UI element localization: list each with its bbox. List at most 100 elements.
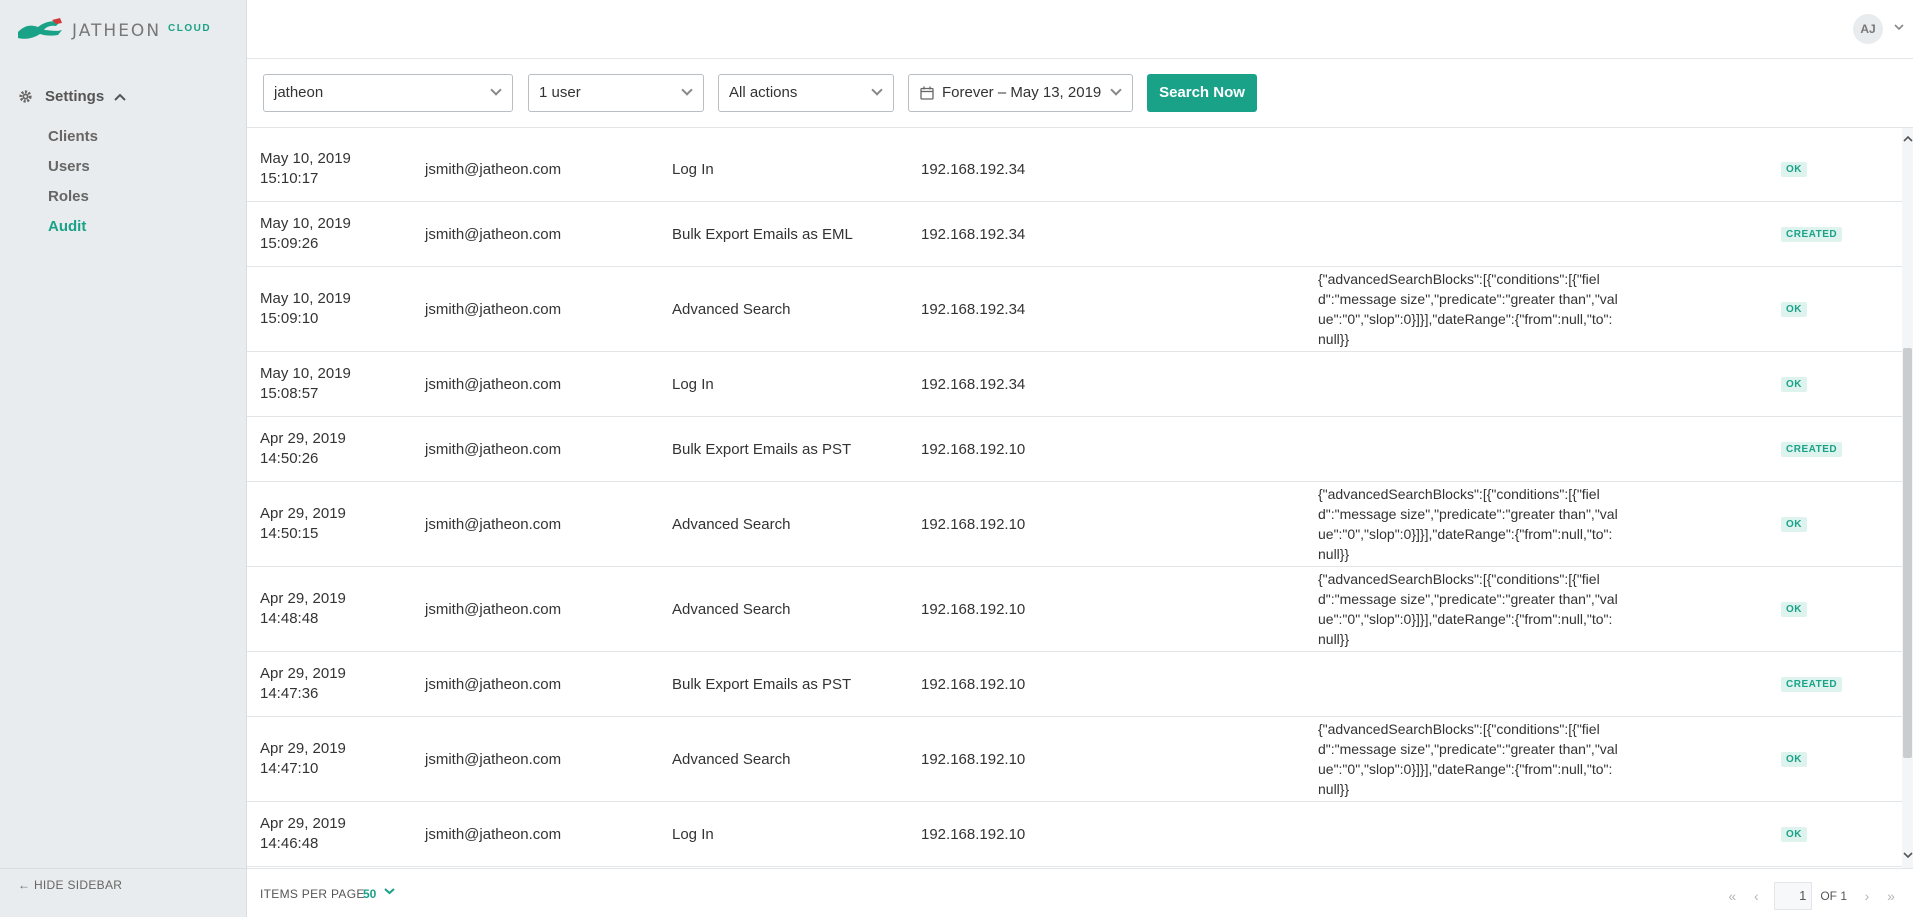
- row-details: {"advancedSearchBlocks":[{"conditions":[…: [1318, 267, 1618, 351]
- row-action-text: Bulk Export Emails as EML: [672, 225, 853, 243]
- table-row[interactable]: May 10, 2019 15:09:10 jsmith@jatheon.com Ad…: [247, 267, 1902, 352]
- chevron-down-icon[interactable]: [384, 884, 395, 898]
- row-ip-text: 192.168.192.10: [921, 750, 1026, 768]
- row-status: OK: [1781, 717, 1807, 801]
- row-user-text: jsmith@jatheon.com: [425, 675, 562, 693]
- row-details: {"advancedSearchBlocks":[{"conditions":[…: [1318, 482, 1618, 566]
- row-status: CREATED: [1781, 417, 1843, 481]
- row-action: Log In: [672, 137, 714, 201]
- search-now-button[interactable]: Search Now: [1147, 74, 1257, 112]
- row-user: jsmith@jatheon.com: [425, 717, 561, 801]
- status-badge: CREATED: [1781, 226, 1843, 242]
- row-user: jsmith@jatheon.com: [425, 417, 561, 481]
- row-date: Apr 29, 2019: [260, 740, 346, 757]
- jatheon-dragon-icon: [18, 18, 62, 39]
- logo[interactable]: JATHEON CLOUD: [16, 18, 211, 44]
- last-page-icon[interactable]: »: [1879, 888, 1903, 904]
- users-select[interactable]: 1 user: [528, 74, 704, 112]
- status-badge: OK: [1781, 161, 1807, 177]
- row-ip-text: 192.168.192.10: [921, 675, 1026, 693]
- date-range-value: Forever – May 13, 2019: [942, 84, 1102, 101]
- items-per-page-label: ITEMS PER PAGE: [260, 887, 365, 901]
- settings-label: Settings: [45, 88, 105, 105]
- row-action: Bulk Export Emails as PST: [672, 652, 851, 716]
- scroll-down-icon[interactable]: [1902, 851, 1913, 862]
- table-footer: ITEMS PER PAGE 50 « ‹ 1 OF 1 › »: [247, 868, 1913, 917]
- row-user: jsmith@jatheon.com: [425, 352, 561, 416]
- table-row[interactable]: Apr 29, 2019 14:50:15 jsmith@jatheon.com Ad…: [247, 482, 1902, 567]
- hide-sidebar-button[interactable]: ← HIDE SIDEBAR: [18, 865, 247, 905]
- first-page-icon[interactable]: «: [1720, 888, 1744, 904]
- row-action: Advanced Search: [672, 482, 790, 566]
- settings-group-toggle[interactable]: Settings: [18, 88, 126, 105]
- row-ip: 192.168.192.10: [921, 482, 1025, 566]
- sidebar: JATHEON CLOUD Settings Clients Users Rol…: [0, 0, 247, 917]
- client-select[interactable]: jatheon: [263, 74, 513, 112]
- row-time: 14:48:48: [260, 610, 319, 627]
- row-ip: 192.168.192.10: [921, 802, 1025, 866]
- table-row[interactable]: May 10, 2019 15:09:26 jsmith@jatheon.com Bu…: [247, 202, 1902, 267]
- row-user-text: jsmith@jatheon.com: [425, 225, 562, 243]
- next-page-icon[interactable]: ›: [1855, 888, 1879, 904]
- table-row[interactable]: Apr 29, 2019 14:50:26 jsmith@jatheon.com Bu…: [247, 417, 1902, 482]
- table-row[interactable]: Apr 29, 2019 14:46:48 jsmith@jatheon.com Lo…: [247, 802, 1902, 867]
- sidebar-item-clients[interactable]: Clients: [48, 122, 98, 152]
- row-user: jsmith@jatheon.com: [425, 137, 561, 201]
- prev-page-icon[interactable]: ‹: [1744, 888, 1768, 904]
- row-user-text: jsmith@jatheon.com: [425, 440, 562, 458]
- users-select-value: 1 user: [539, 84, 581, 101]
- row-time: 14:47:36: [260, 685, 319, 702]
- row-action-text: Advanced Search: [672, 300, 791, 318]
- row-action-text: Log In: [672, 375, 714, 393]
- sidebar-item-roles[interactable]: Roles: [48, 182, 98, 212]
- table-row[interactable]: May 10, 2019 15:10:17 jsmith@jatheon.com Lo…: [247, 137, 1902, 202]
- page-number-input[interactable]: 1: [1774, 882, 1813, 910]
- row-ip-text: 192.168.192.34: [921, 300, 1026, 318]
- filter-bar: jatheon 1 user All actions Forever – May…: [247, 60, 1913, 128]
- table-row[interactable]: Apr 29, 2019 14:47:36 jsmith@jatheon.com Bu…: [247, 652, 1902, 717]
- status-badge: OK: [1781, 601, 1807, 617]
- table-scrollbar[interactable]: [1902, 128, 1913, 868]
- actions-select-value: All actions: [729, 84, 798, 101]
- scroll-up-icon[interactable]: [1902, 134, 1913, 145]
- row-timestamp: Apr 29, 2019 14:46:48: [260, 802, 410, 866]
- row-user: jsmith@jatheon.com: [425, 802, 561, 866]
- pagination: « ‹ 1 OF 1 › »: [1720, 882, 1903, 910]
- row-ip-text: 192.168.192.34: [921, 225, 1026, 243]
- row-user-text: jsmith@jatheon.com: [425, 160, 562, 178]
- row-date: Apr 29, 2019: [260, 505, 346, 522]
- row-user-text: jsmith@jatheon.com: [425, 515, 562, 533]
- table-row[interactable]: Apr 29, 2019 14:48:48 jsmith@jatheon.com Ad…: [247, 567, 1902, 652]
- sidebar-item-users[interactable]: Users: [48, 152, 98, 182]
- settings-submenu: Clients Users Roles Audit: [48, 122, 98, 242]
- row-action-text: Advanced Search: [672, 600, 791, 618]
- row-action: Bulk Export Emails as EML: [672, 202, 853, 266]
- sidebar-item-audit[interactable]: Audit: [48, 212, 98, 242]
- row-action-text: Log In: [672, 825, 714, 843]
- client-select-value: jatheon: [274, 84, 324, 101]
- row-details: {"advancedSearchBlocks":[{"conditions":[…: [1318, 717, 1618, 801]
- row-status: OK: [1781, 802, 1807, 866]
- status-badge: OK: [1781, 376, 1807, 392]
- gear-icon: [19, 90, 32, 103]
- row-user: jsmith@jatheon.com: [425, 567, 561, 651]
- chevron-down-icon[interactable]: [1894, 22, 1904, 34]
- row-ip: 192.168.192.10: [921, 717, 1025, 801]
- date-range-select[interactable]: Forever – May 13, 2019: [908, 74, 1133, 112]
- items-per-page-select[interactable]: 50: [363, 887, 376, 901]
- chevron-down-icon: [490, 84, 502, 96]
- row-status: CREATED: [1781, 652, 1843, 716]
- avatar[interactable]: AJ: [1853, 14, 1883, 44]
- row-user-text: jsmith@jatheon.com: [425, 300, 562, 318]
- row-action: Bulk Export Emails as PST: [672, 417, 851, 481]
- row-date: Apr 29, 2019: [260, 815, 346, 832]
- scroll-thumb[interactable]: [1903, 348, 1912, 758]
- table-row[interactable]: Apr 29, 2019 14:47:10 jsmith@jatheon.com Ad…: [247, 717, 1902, 802]
- chevron-down-icon: [1110, 84, 1122, 96]
- table-row[interactable]: May 10, 2019 15:08:57 jsmith@jatheon.com Lo…: [247, 352, 1902, 417]
- row-time: 14:47:10: [260, 760, 319, 777]
- row-timestamp: May 10, 2019 15:09:10: [260, 267, 410, 351]
- status-badge: OK: [1781, 751, 1807, 767]
- actions-select[interactable]: All actions: [718, 74, 894, 112]
- row-time: 15:10:17: [260, 170, 319, 187]
